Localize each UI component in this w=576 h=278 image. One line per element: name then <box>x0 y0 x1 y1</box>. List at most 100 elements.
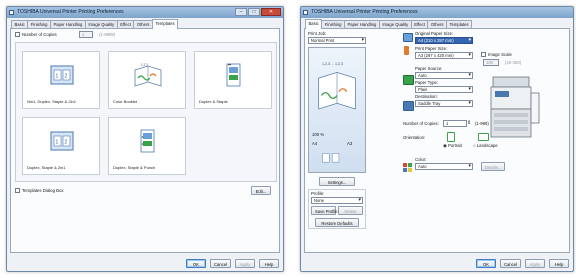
left-copies-field[interactable]: 1 <box>79 31 93 38</box>
template-card-duplex-staple[interactable]: Duplex & Staple <box>194 51 272 109</box>
portrait-page-icon <box>447 132 455 142</box>
edit-button[interactable]: Edit... <box>251 186 271 195</box>
right-window-title: TOSHIBA Universal Printer Printing Prefe… <box>311 9 418 15</box>
image-scale-label: Image Scale <box>488 52 512 57</box>
tab-basic[interactable]: Basic <box>305 19 323 29</box>
svg-text:2: 2 <box>65 74 68 80</box>
save-profile-button[interactable]: Save Profile <box>311 206 338 215</box>
right-title-bar[interactable]: TOSHIBA Universal Printer Printing Prefe… <box>301 7 573 18</box>
apply-button[interactable]: Apply <box>525 259 545 268</box>
profile-group: Profile: None Save Profile Delete Restor… <box>308 189 366 229</box>
portrait-label: Portrait <box>447 143 462 148</box>
image-scale-row: Image Scale <box>481 52 512 58</box>
paper-source-icon <box>403 75 414 85</box>
left-window-title: TOSHIBA Universal Printer Printing Prefe… <box>17 9 124 15</box>
print-job-select[interactable]: Normal Print <box>308 37 366 44</box>
color-select[interactable]: Auto <box>415 163 473 170</box>
print-paper-icon <box>404 46 409 55</box>
apply-button[interactable]: Apply <box>235 259 255 268</box>
settings-button[interactable]: Settings... <box>319 177 355 186</box>
templates-dialog-label: Templates Dialog Box <box>22 188 64 193</box>
landscape-page-icon <box>478 133 489 141</box>
template-card-duplex-staple-2in1[interactable]: 1 2 Duplex, Staple & 2in1 <box>22 117 100 175</box>
print-preview: 1,2,3 ... 1,2,3 100 % A4 A3 <box>308 47 366 173</box>
paper-source-label: Paper Source: <box>415 66 443 71</box>
cancel-button[interactable]: Cancel <box>499 259 521 268</box>
cancel-button[interactable]: Cancel <box>209 259 231 268</box>
template-caption: Duplex, Staple & Punch <box>113 165 156 170</box>
left-copies-range: (1-9999) <box>99 32 116 37</box>
paper-type-select[interactable]: Plain <box>415 86 473 93</box>
image-scale-range: (25-400) <box>505 60 522 65</box>
paper-type-label: Paper Type: <box>415 80 439 85</box>
left-window-controls: – □ ✕ <box>235 8 281 16</box>
templates-panel: Number of Copies 1 (1-9999) 1 2 Nin1, Du… <box>10 28 280 253</box>
help-button[interactable]: Help <box>549 259 569 268</box>
template-card-color-booklet[interactable]: 1,2,3 Color Booklet <box>108 51 186 109</box>
copies-spinner-icon[interactable]: ⇕ <box>467 120 471 126</box>
svg-text:1: 1 <box>56 140 59 146</box>
number-of-copies-label: Number of Copies <box>22 32 57 37</box>
portrait-option[interactable]: ◉ Portrait <box>443 143 462 149</box>
minimize-icon[interactable]: – <box>235 8 247 16</box>
preview-paper-b: A3 <box>347 141 353 146</box>
original-paper-size-label: Original Paper Size: <box>415 31 454 36</box>
destination-select[interactable]: Saddle Tray <box>415 100 473 107</box>
number-of-copies-row: Number of Copies <box>15 32 57 38</box>
number-of-copies-label: Number of Copies: <box>403 121 439 126</box>
printer-app-icon <box>9 10 14 15</box>
image-scale-field[interactable]: 100 <box>483 59 499 66</box>
preview-zoom: 100 % <box>312 132 325 137</box>
color-label: Color: <box>415 157 427 162</box>
color-booklet-icon: 1,2,3 <box>134 63 162 87</box>
duplex-staple-icon <box>226 63 241 87</box>
landscape-option[interactable]: ○ Landscape <box>473 143 498 148</box>
destination-tray-icon <box>403 101 414 111</box>
image-scale-checkbox[interactable] <box>481 52 486 58</box>
delete-profile-button[interactable]: Delete <box>338 206 363 215</box>
left-dialog-buttons: OK Cancel Apply Help <box>185 259 279 268</box>
orientation-label: Orientation: <box>403 135 426 140</box>
template-caption: Nin1, Duplex, Staple & 2in1 <box>27 99 76 104</box>
copies-range: (1-999) <box>475 121 489 126</box>
details-button[interactable]: Details... <box>481 162 506 171</box>
tab-templates[interactable]: Templates <box>151 19 179 29</box>
printer-machine-icon <box>490 76 540 138</box>
duplex-2in1-icon: 1 2 <box>50 131 74 151</box>
color-mode-icon <box>403 163 412 172</box>
ok-button[interactable]: OK <box>185 259 206 268</box>
paper-source-select[interactable]: Auto <box>415 72 473 79</box>
templates-dialog-checkbox[interactable] <box>15 188 20 194</box>
right-preferences-window: TOSHIBA Universal Printer Printing Prefe… <box>300 6 574 272</box>
preview-sample-text: 1,2,3 ... 1,2,3 <box>322 62 343 66</box>
print-paper-size-label: Print Paper Size: <box>415 46 448 51</box>
close-icon[interactable]: ✕ <box>261 8 281 16</box>
templates-grid-frame: 1 2 Nin1, Duplex, Staple & 2in1 1,2,3 Co… <box>15 42 277 182</box>
svg-text:1,2,3: 1,2,3 <box>141 63 148 67</box>
number-of-copies-checkbox[interactable] <box>15 32 20 38</box>
svg-text:1: 1 <box>56 74 59 80</box>
copies-field[interactable]: 1 <box>443 120 467 127</box>
restore-defaults-button[interactable]: Restore Defaults <box>315 218 359 227</box>
svg-text:2: 2 <box>65 140 68 146</box>
original-paper-size-select[interactable]: A4 (210 x 297 mm) <box>415 37 473 44</box>
landscape-label: Landscape <box>476 143 498 148</box>
left-preferences-window: TOSHIBA Universal Printer Printing Prefe… <box>6 6 284 272</box>
printer-app-icon <box>303 10 308 15</box>
template-card-duplex-staple-punch[interactable]: Duplex, Staple & Punch <box>108 117 186 175</box>
print-job-label: Print Job: <box>308 31 327 36</box>
template-caption: Duplex, Staple & 2in1 <box>27 165 66 170</box>
basic-panel: Print Job: Normal Print 1,2,3 ... 1,2,3 … <box>304 28 570 253</box>
ok-button[interactable]: OK <box>475 259 496 268</box>
profile-label: Profile: <box>311 191 325 196</box>
booklet-preview-icon <box>318 71 356 163</box>
destination-label: Destination: <box>415 94 438 99</box>
help-button[interactable]: Help <box>259 259 279 268</box>
original-paper-icon <box>403 33 413 42</box>
print-paper-size-select[interactable]: A3 (297 x 420 mm) <box>415 52 473 59</box>
duplex-punch-icon <box>140 129 155 153</box>
profile-select[interactable]: None <box>311 197 363 204</box>
left-title-bar[interactable]: TOSHIBA Universal Printer Printing Prefe… <box>7 7 283 18</box>
template-card-nin1-duplex-staple[interactable]: 1 2 Nin1, Duplex, Staple & 2in1 <box>22 51 100 109</box>
maximize-icon[interactable]: □ <box>248 8 260 16</box>
